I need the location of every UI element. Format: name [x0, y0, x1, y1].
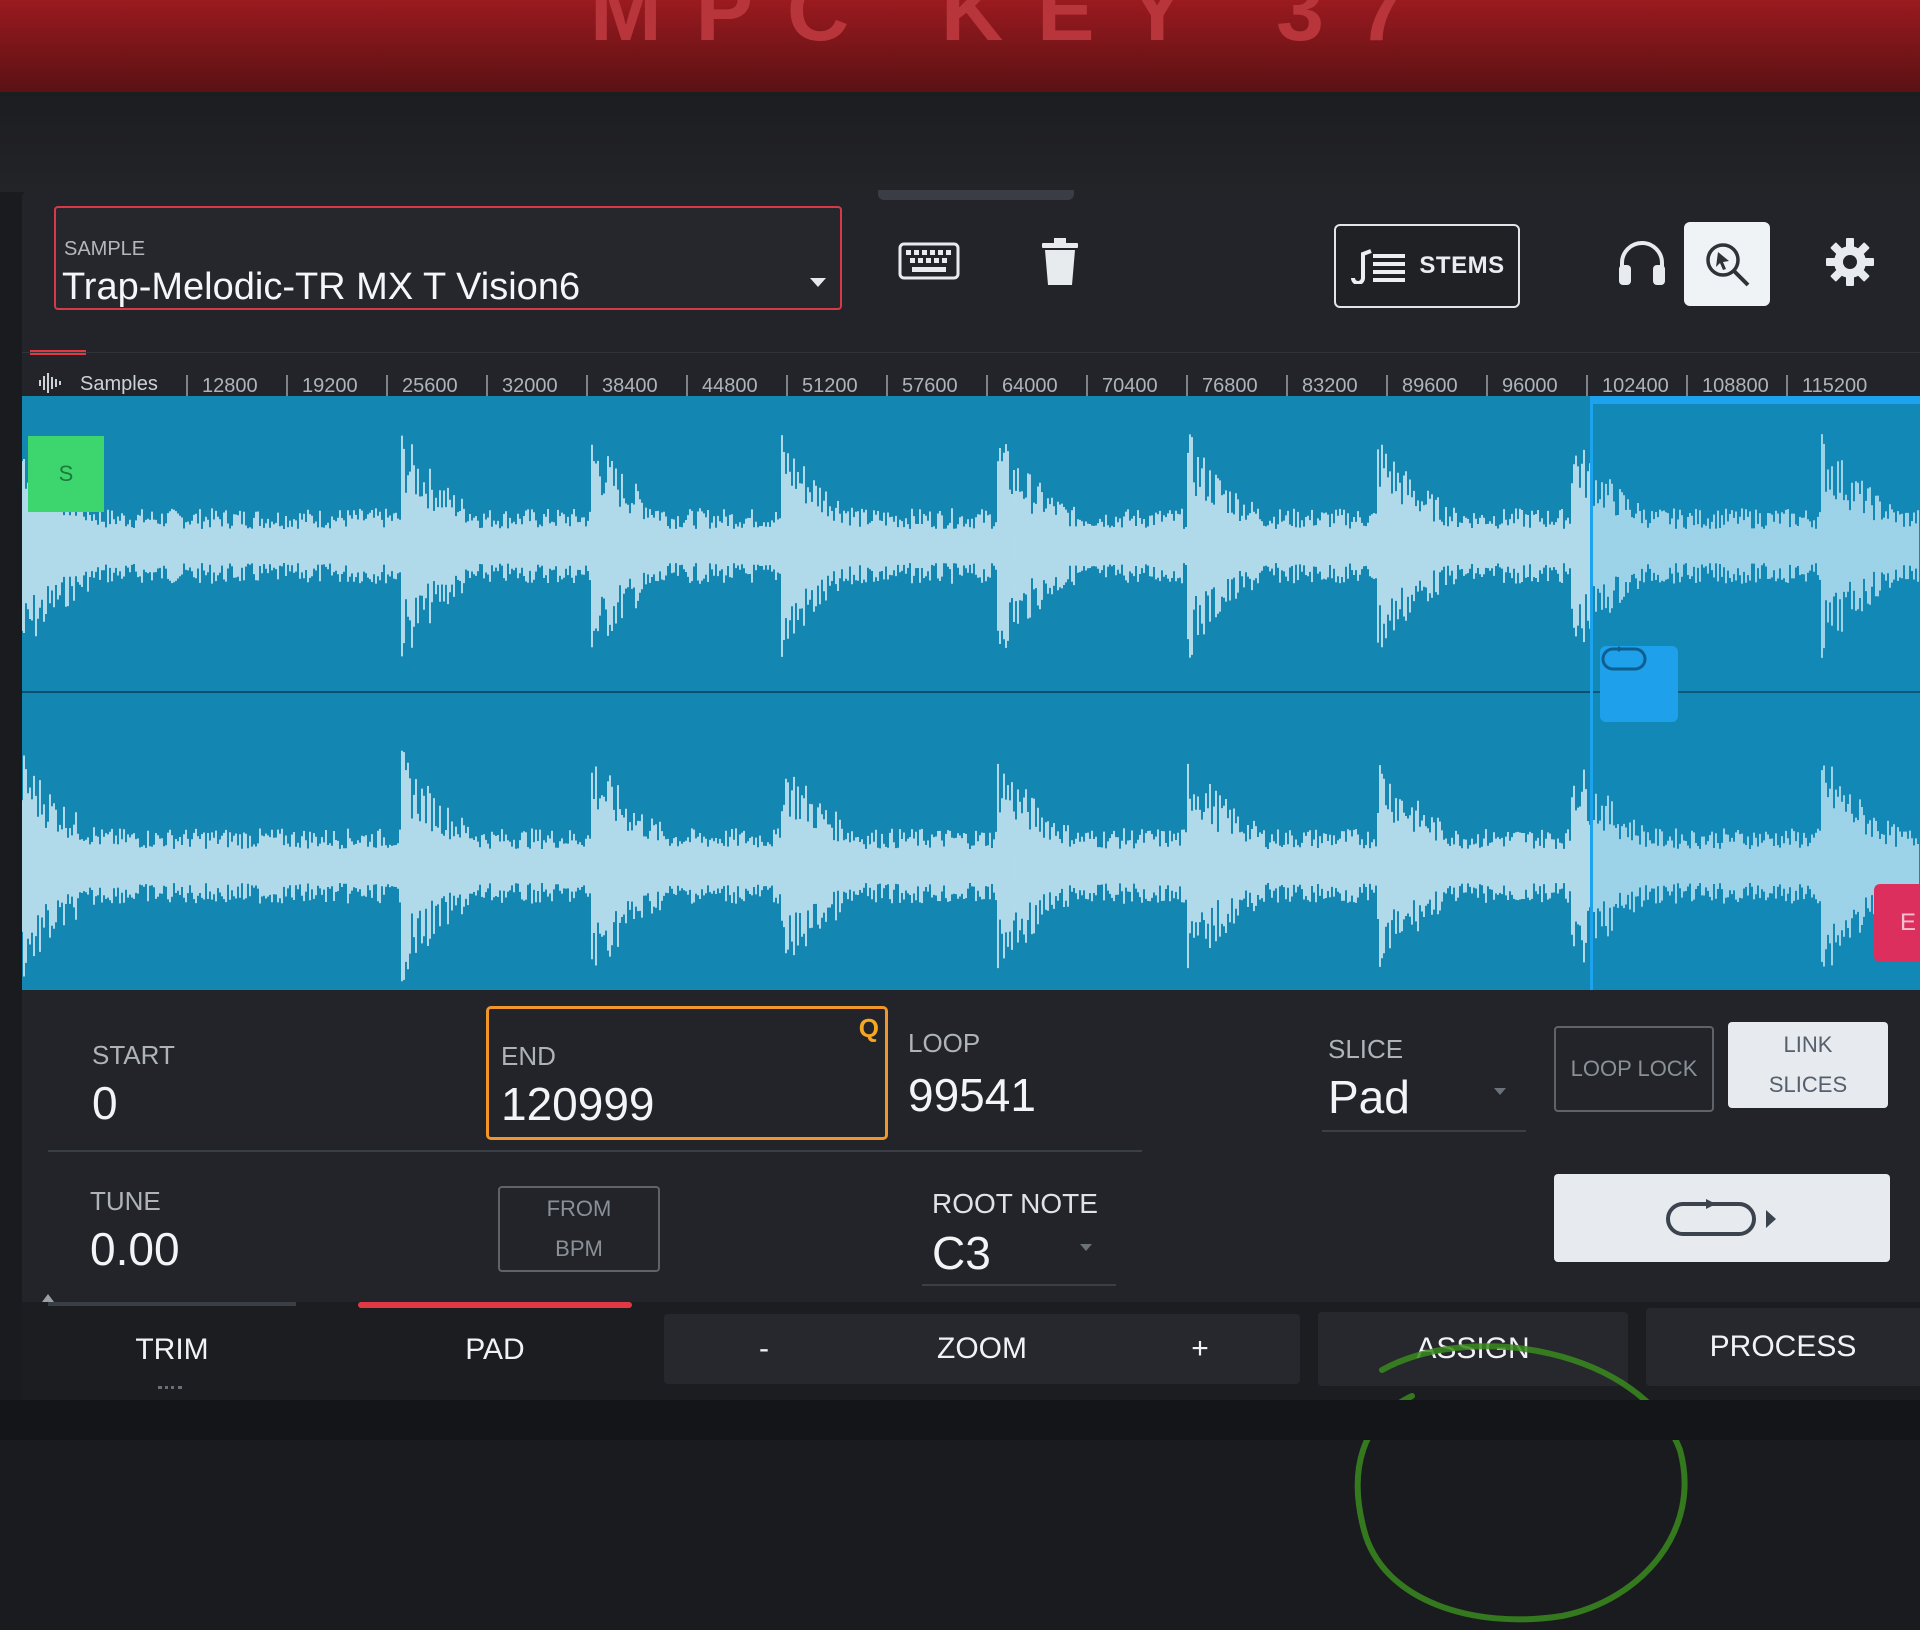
zoom-in-button[interactable]: + [1140, 1314, 1260, 1384]
loop-icon [1601, 646, 1647, 671]
start-marker[interactable]: S [28, 436, 104, 512]
slice-label: SLICE [1328, 1034, 1404, 1064]
delete-button[interactable] [1038, 236, 1082, 288]
tab-pad[interactable]: PAD [358, 1302, 632, 1398]
keyboard-icon [898, 242, 960, 280]
slice-value[interactable]: Pad [1328, 1070, 1410, 1124]
slice-underline [1322, 1130, 1526, 1132]
start-label: START [92, 1040, 175, 1070]
chevron-down-icon [810, 278, 826, 287]
zoom-out-button[interactable]: - [704, 1314, 824, 1384]
sample-selector[interactable]: SAMPLE Trap-Melodic-TR MX T Vision6 [54, 206, 842, 310]
keyboard-button[interactable] [896, 240, 962, 282]
headphones-icon [1619, 241, 1665, 285]
link-slices-label-line2: SLICES [1768, 1072, 1848, 1097]
chevron-down-icon [1080, 1244, 1092, 1251]
sample-ruler: Samples 12800 19200 25600 32000 38400 44… [22, 352, 1920, 399]
device-logo: MPC KEY 37 [590, 0, 1440, 59]
link-slices-label-line1: LINK [1783, 1032, 1833, 1057]
loop-label: LOOP [908, 1028, 981, 1058]
zoom-control: - ZOOM + [664, 1314, 1300, 1384]
zoom-out-label: - [759, 1332, 769, 1365]
end-marker[interactable]: E [1874, 884, 1920, 962]
process-label: PROCESS [1709, 1330, 1857, 1363]
loop-lock-label: LOOP LOCK [1570, 1056, 1698, 1081]
tune-value[interactable]: 0.00 [90, 1222, 180, 1276]
up-arrow-icon [42, 1294, 54, 1302]
hand-drawn-circle-annotation [1354, 1343, 1688, 1623]
trash-icon [1042, 238, 1078, 285]
loop-point-handle[interactable] [1600, 646, 1678, 722]
end-field[interactable]: END 120999 Q [486, 1006, 888, 1140]
preview-button[interactable] [1612, 232, 1672, 292]
trim-submenu-dots [158, 1386, 182, 1395]
tab-pad-label: PAD [465, 1333, 525, 1366]
link-slices-button[interactable]: LINK SLICES [1728, 1022, 1888, 1108]
loop-play-icon [1666, 1199, 1776, 1236]
root-note-label: ROOT NOTE [932, 1188, 1098, 1219]
ruler-units-label: Samples [80, 373, 158, 395]
stems-icon [1351, 249, 1406, 284]
device-bezel-bottom [0, 1400, 1920, 1440]
zoom-in-label: + [1191, 1332, 1209, 1365]
root-note-underline [922, 1284, 1116, 1286]
zoom-select-button[interactable] [1684, 222, 1770, 306]
sample-caption: SAMPLE [64, 238, 146, 260]
settings-button[interactable] [1822, 234, 1878, 290]
quantize-badge: Q [858, 1013, 879, 1043]
device-bezel-top: MPC KEY 37 [0, 0, 1920, 92]
loop-lock-button[interactable]: LOOP LOCK [1554, 1026, 1714, 1112]
tab-trim[interactable]: TRIM [48, 1302, 296, 1398]
stems-label: STEMS [1419, 252, 1505, 279]
row-divider [48, 1150, 1142, 1152]
end-value: 120999 [501, 1078, 655, 1130]
touch-screen: SAMPLE Trap-Melodic-TR MX T Vision6 STEM… [22, 190, 1920, 1623]
stems-button[interactable]: STEMS [1334, 224, 1520, 308]
sample-name: Trap-Melodic-TR MX T Vision6 [62, 266, 581, 308]
zoom-label: ZOOM [937, 1332, 1027, 1365]
chevron-down-icon [1494, 1088, 1506, 1095]
end-label: END [501, 1041, 556, 1071]
tab-trim-label: TRIM [135, 1333, 209, 1366]
from-bpm-label-line2: BPM [555, 1236, 603, 1261]
from-bpm-button[interactable]: FROM BPM [498, 1186, 660, 1272]
gear-icon [1826, 238, 1874, 286]
waveform-editor[interactable]: S E [22, 396, 1920, 990]
tune-label: TUNE [90, 1186, 161, 1216]
menu-pull-handle[interactable] [878, 190, 1074, 200]
loop-value[interactable]: 99541 [908, 1068, 1036, 1122]
waveform-icon [39, 373, 61, 393]
loop-play-button[interactable] [1554, 1174, 1890, 1262]
device-bezel-band [0, 92, 1920, 192]
start-value[interactable]: 0 [92, 1076, 118, 1130]
zoom-select-icon [1706, 243, 1750, 287]
root-note-value[interactable]: C3 [932, 1226, 991, 1280]
from-bpm-label-line1: FROM [546, 1196, 612, 1221]
